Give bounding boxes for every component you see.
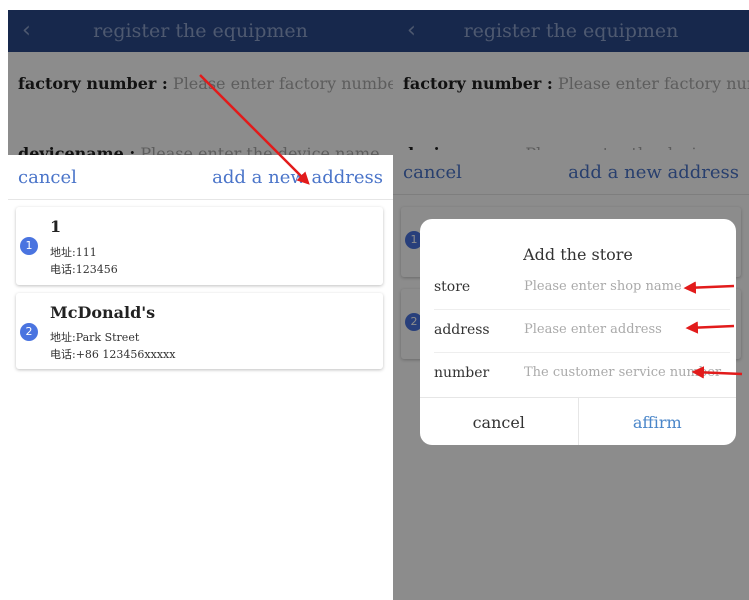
store-field-row: store Please enter shop name <box>434 267 730 310</box>
left-screen: ‹ register the equipmen factory number :… <box>8 0 393 600</box>
number-label: number <box>434 365 490 381</box>
cancel-button[interactable]: cancel <box>18 167 77 188</box>
service-number-input[interactable]: The customer service number <box>524 365 721 380</box>
phone-text: 电话:+86 123456xxxxx <box>50 348 176 361</box>
add-store-dialog: Add the store store Please enter shop na… <box>420 219 736 445</box>
dialog-cancel-button[interactable]: cancel <box>420 398 578 445</box>
sheet-header: cancel add a new address <box>8 155 393 200</box>
address-label: address <box>434 322 490 338</box>
address-name: 1 <box>50 217 62 236</box>
dialog-title: Add the store <box>523 245 633 264</box>
number-field-row: number The customer service number <box>434 353 730 395</box>
right-screen: ‹ register the equipmen factory number :… <box>393 0 749 600</box>
modal-overlay[interactable] <box>8 10 393 155</box>
address-text: 地址:Park Street <box>50 331 140 344</box>
store-name-input[interactable]: Please enter shop name <box>524 279 682 294</box>
address-field-row: address Please enter address <box>434 310 730 353</box>
phone-text: 电话:123456 <box>50 263 118 276</box>
address-text: 地址:111 <box>50 246 97 259</box>
address-card[interactable]: 1 1 地址:111 电话:123456 <box>16 207 383 285</box>
add-address-button[interactable]: add a new address <box>212 167 383 188</box>
dialog-confirm-button[interactable]: affirm <box>577 398 737 445</box>
address-card[interactable]: 2 McDonald's 地址:Park Street 电话:+86 12345… <box>16 293 383 369</box>
address-name: McDonald's <box>50 303 156 322</box>
dialog-footer: cancel affirm <box>420 397 736 445</box>
address-index-badge: 2 <box>20 323 38 341</box>
address-index-badge: 1 <box>20 237 38 255</box>
store-label: store <box>434 279 471 295</box>
address-input[interactable]: Please enter address <box>524 322 662 337</box>
